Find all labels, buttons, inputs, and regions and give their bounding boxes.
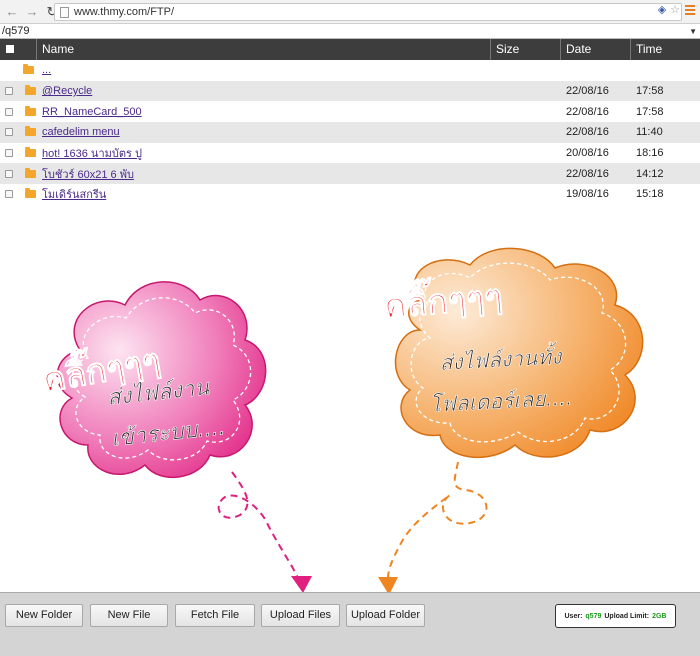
new-folder-button[interactable]: New Folder — [5, 604, 83, 627]
orange-arrow-icon — [378, 461, 488, 595]
user-value: q579 — [585, 612, 602, 620]
user-label: User: — [564, 612, 583, 620]
upload-limit-value: 2GB — [652, 612, 667, 620]
new-file-button[interactable]: New File — [90, 604, 168, 627]
user-status-box: User: q579 Upload Limit: 2GB — [555, 604, 676, 628]
bottom-toolbar: New Folder New File Fetch File Upload Fi… — [0, 592, 700, 656]
annotation-overlay: คลิ๊กๆๆๆ ส่งไฟล์งาน เข้าระบบ.... คลิ๊กๆๆ… — [38, 247, 644, 595]
fetch-file-button[interactable]: Fetch File — [175, 604, 255, 627]
upload-files-button[interactable]: Upload Files — [261, 604, 340, 627]
upload-limit-label: Upload Limit: — [604, 612, 650, 620]
upload-folder-button[interactable]: Upload Folder — [346, 604, 425, 627]
pink-arrow-icon — [217, 471, 312, 593]
